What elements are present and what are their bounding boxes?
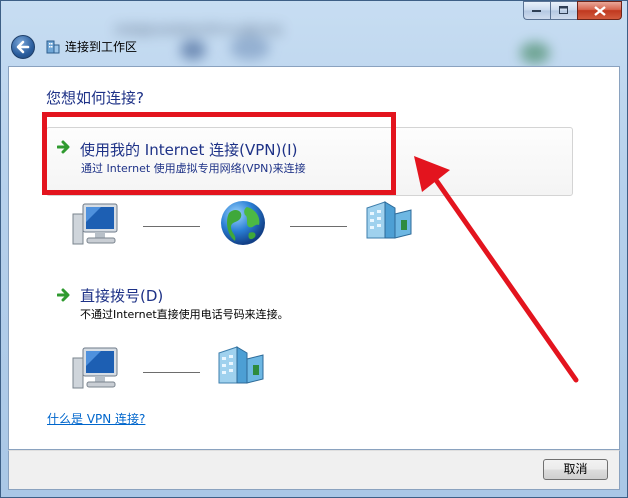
connector-line [143,372,200,373]
option-dialup-description: 不通过Internet直接使用电话号码来连接。 [80,308,289,321]
maximize-button[interactable] [550,1,577,20]
close-button[interactable] [577,1,622,20]
window-title: 连接到工作区 [65,40,138,54]
workplace-network-icon [45,38,61,58]
connector-line [290,226,347,227]
cancel-button[interactable]: 取消 [543,459,608,480]
maximize-icon [559,6,568,14]
globe-icon [221,201,265,245]
annotation-highlight-box [42,112,396,195]
office-building-icon [218,346,264,384]
computer-icon [72,347,118,389]
caption-buttons [523,1,622,21]
back-button[interactable] [11,35,35,59]
computer-icon [72,203,118,245]
annotation-arrow-icon [414,156,579,383]
what-is-vpn-link[interactable]: 什么是 VPN 连接? [47,410,145,427]
option-dialup-title[interactable]: 直接拨号(D) [80,285,163,306]
minimize-button[interactable] [523,1,550,20]
footer-bar [8,450,620,490]
green-arrow-icon [57,288,70,302]
close-icon [593,5,606,16]
connection-question: 您想如何连接? [46,89,144,107]
minimize-icon [532,9,541,12]
connector-line [143,226,200,227]
back-arrow-icon [16,40,30,54]
